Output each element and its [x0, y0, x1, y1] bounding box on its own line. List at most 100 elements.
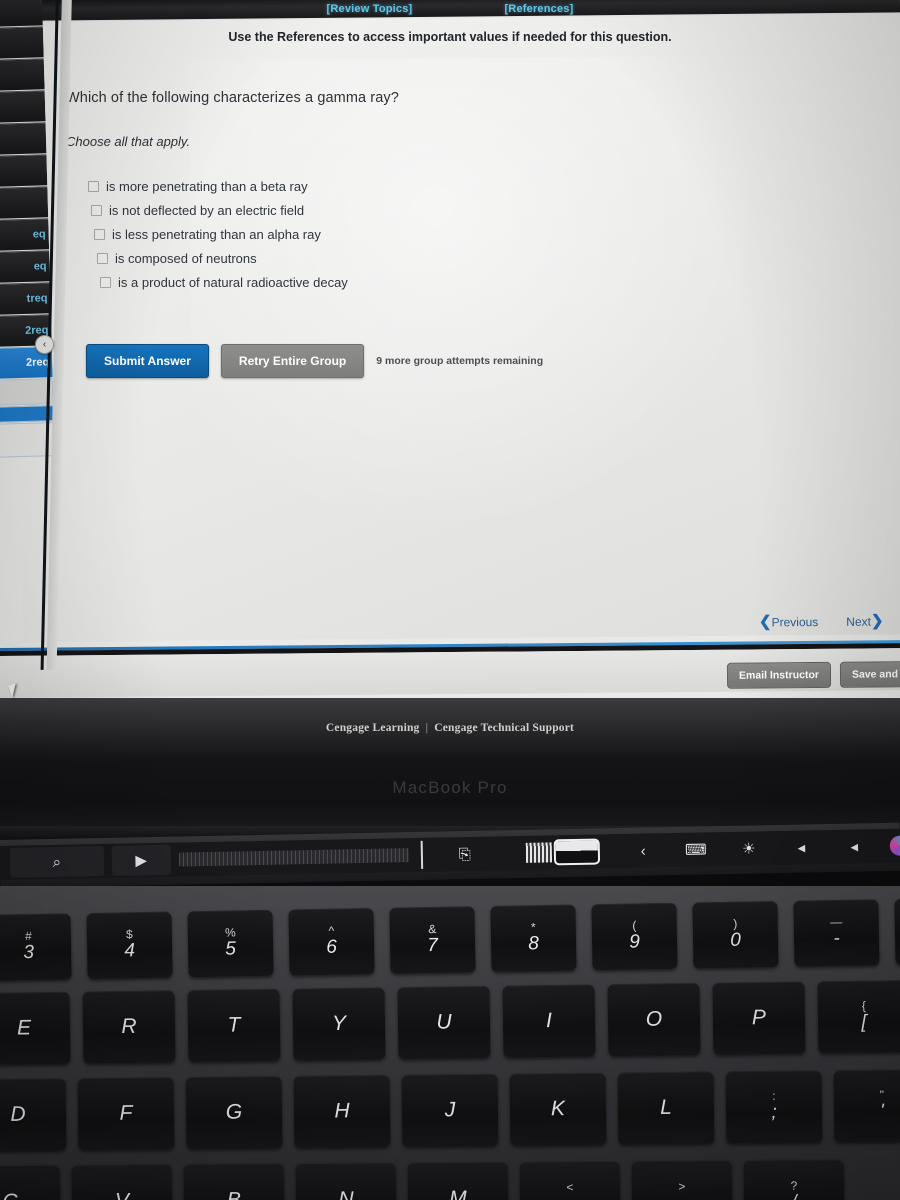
key-u[interactable]: U — [397, 985, 491, 1060]
cengage-support-link[interactable]: Cengage Technical Support — [434, 722, 574, 734]
email-instructor-button[interactable]: Email Instructor — [726, 661, 832, 689]
sidebar-item[interactable] — [0, 58, 45, 91]
key-lower: ; — [771, 1101, 777, 1123]
siri-icon[interactable] — [880, 830, 900, 861]
choice-option[interactable]: is not deflected by an electric field — [91, 203, 666, 218]
back-chevron-icon[interactable]: ‹ — [616, 835, 669, 866]
sidebar-item[interactable] — [0, 26, 44, 59]
key-b[interactable]: B — [183, 1163, 285, 1200]
key-6[interactable]: ^ 6 — [288, 908, 375, 976]
key-l[interactable]: L — [617, 1071, 715, 1145]
key-lower: 5 — [225, 938, 237, 960]
brightness-icon[interactable]: ☀ — [722, 833, 775, 864]
key-c[interactable]: C — [0, 1164, 61, 1200]
choice-option[interactable]: is less penetrating than an alpha ray — [94, 227, 666, 242]
sidebar-item[interactable] — [0, 90, 46, 123]
key-8[interactable]: * 8 — [490, 904, 577, 972]
key-9[interactable]: (9 — [591, 902, 678, 971]
choice-option[interactable]: is composed of neutrons — [97, 251, 666, 266]
key-lower: [ — [861, 1011, 867, 1033]
choice-option[interactable]: is more penetrating than a beta ray — [88, 179, 666, 194]
sidebar-collapse-button[interactable]: ‹ — [35, 335, 54, 354]
checkbox-icon[interactable] — [91, 205, 102, 216]
key-5[interactable]: % 5 — [187, 909, 274, 978]
frame-picker[interactable] — [509, 836, 617, 868]
sidebar-item[interactable] — [0, 122, 47, 155]
key-label: G — [225, 1100, 243, 1124]
key-3[interactable]: #3 — [0, 913, 72, 981]
screenshot-icon[interactable]: ⎘ — [438, 839, 491, 870]
key-period[interactable]: >. — [631, 1160, 733, 1200]
key-label: L — [660, 1095, 672, 1120]
sidebar-item[interactable]: eq — [0, 250, 50, 283]
save-and-button[interactable]: Save and — [839, 661, 900, 688]
sidebar-item[interactable]: eq — [0, 218, 50, 251]
sidebar-item[interactable] — [0, 154, 48, 187]
sidebar-item[interactable]: treq — [0, 282, 51, 315]
key-quote[interactable]: " ' — [833, 1069, 900, 1143]
choice-label: is composed of neutrons — [115, 251, 257, 266]
review-topics-link[interactable]: [Review Topics] — [327, 3, 413, 15]
cengage-learning-link[interactable]: Cengage Learning — [326, 722, 420, 734]
key-p[interactable]: P — [712, 981, 806, 1055]
key-lower: 9 — [629, 931, 641, 953]
key-semicolon[interactable]: :; — [725, 1070, 823, 1144]
laptop-screen: [Review Topics] [References] Use the Ref… — [0, 0, 900, 712]
key-0[interactable]: ) 0 — [692, 900, 779, 969]
key-minus[interactable]: — - — [793, 899, 880, 967]
screenshot-root: [Review Topics] [References] Use the Ref… — [0, 0, 900, 1200]
key-equals[interactable]: += — [894, 897, 900, 965]
key-o[interactable]: O — [607, 982, 701, 1057]
key-lower: 7 — [427, 934, 439, 956]
key-slash[interactable]: ?/ — [743, 1159, 845, 1200]
checkbox-icon[interactable] — [97, 253, 108, 264]
key-label: R — [121, 1014, 137, 1039]
key-i[interactable]: I — [502, 984, 596, 1058]
key-label: V — [115, 1189, 129, 1200]
key-label: T — [227, 1013, 241, 1037]
checkbox-icon[interactable] — [94, 229, 105, 240]
key-upper: { — [861, 998, 866, 1013]
checkbox-icon[interactable] — [88, 181, 99, 192]
checkbox-icon[interactable] — [100, 277, 111, 288]
search-icon[interactable]: ⌕ — [9, 846, 105, 878]
retry-group-button[interactable]: Retry Entire Group — [220, 344, 365, 378]
next-label: Next — [846, 614, 872, 629]
key-label: H — [334, 1099, 350, 1123]
keyboard-brightness-icon[interactable]: ⌨ — [669, 834, 722, 865]
key-h[interactable]: H — [293, 1074, 391, 1148]
key-e[interactable]: E — [0, 991, 71, 1066]
key-t[interactable]: T — [187, 988, 281, 1063]
key-7[interactable]: & 7 — [389, 906, 476, 974]
references-link[interactable]: [References] — [504, 3, 573, 15]
media-scrubber[interactable] — [178, 848, 409, 867]
key-label: N — [338, 1187, 354, 1200]
key-bracket-left[interactable]: {[ — [817, 980, 900, 1054]
volume-icon[interactable]: ◂ — [775, 832, 828, 863]
key-d[interactable]: D — [0, 1078, 67, 1152]
key-r[interactable]: R — [82, 990, 176, 1064]
key-f[interactable]: F — [77, 1077, 175, 1151]
sidebar-item[interactable] — [0, 186, 49, 219]
next-nav[interactable]: Next❯ — [847, 612, 884, 630]
sidebar-tail-row[interactable] — [0, 378, 54, 406]
key-label: I — [545, 1009, 553, 1033]
question-instruction: Choose all that apply. — [66, 134, 191, 149]
key-label: M — [449, 1186, 467, 1200]
key-m[interactable]: M — [407, 1161, 509, 1200]
key-n[interactable]: N — [295, 1162, 397, 1200]
key-4[interactable]: $4 — [86, 911, 173, 980]
key-label: U — [436, 1010, 452, 1034]
key-v[interactable]: V — [71, 1164, 173, 1200]
key-y[interactable]: Y — [292, 987, 386, 1061]
key-k[interactable]: K — [509, 1072, 607, 1146]
key-comma[interactable]: <, — [519, 1160, 621, 1200]
sidebar-item[interactable] — [0, 0, 43, 27]
choice-option[interactable]: is a product of natural radioactive deca… — [100, 275, 666, 290]
submit-answer-button[interactable]: Submit Answer — [86, 344, 209, 378]
mute-icon[interactable]: ◂ — [828, 831, 881, 862]
key-g[interactable]: G — [185, 1076, 283, 1150]
play-icon[interactable]: ▶ — [111, 844, 171, 876]
previous-nav[interactable]: ❮Previous — [759, 612, 818, 630]
key-j[interactable]: J — [401, 1073, 499, 1147]
